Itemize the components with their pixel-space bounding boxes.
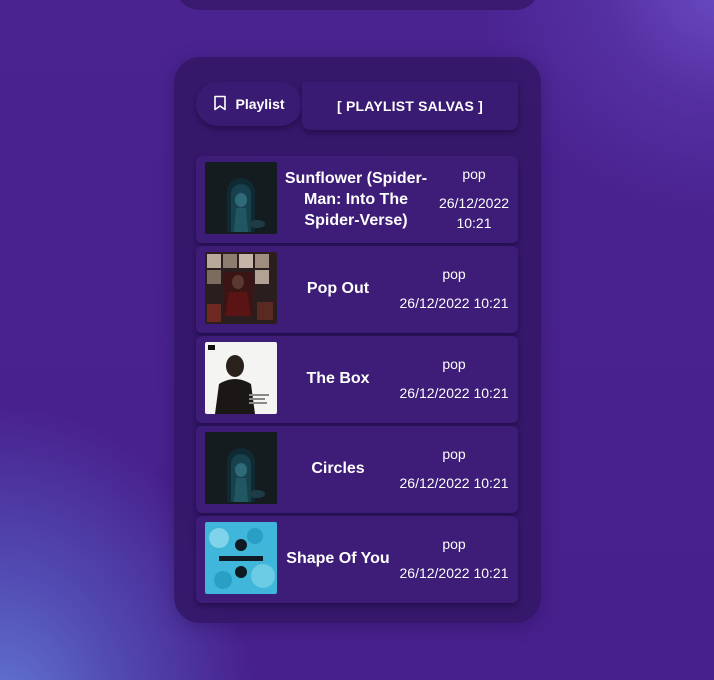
track-genre: pop <box>442 446 466 462</box>
album-cover-icon <box>205 432 277 504</box>
track-date: 26/12/2022 10:21 <box>399 565 509 581</box>
track-date: 26/12/2022 10:21 <box>399 295 509 311</box>
track-title: Pop Out <box>306 280 370 297</box>
track-date: 26/12/2022 10:21 <box>438 195 510 231</box>
bookmark-icon <box>213 95 227 114</box>
tab-saved-playlists[interactable]: [ PLAYLIST SALVAS ] <box>302 82 518 130</box>
track-row[interactable]: Circles pop 26/12/2022 10:21 <box>196 426 518 513</box>
previous-card <box>175 0 540 10</box>
track-row[interactable]: Sunflower (Spider-Man: Into The Spider-V… <box>196 156 518 243</box>
tab-playlist-label: Playlist <box>235 96 285 112</box>
track-title: Circles <box>311 460 365 477</box>
album-cover-icon <box>205 252 277 324</box>
album-cover-icon <box>205 162 277 234</box>
track-row[interactable]: The Box pop 26/12/2022 10:21 <box>196 336 518 423</box>
track-title: Sunflower (Spider-Man: Into The Spider-V… <box>284 170 428 229</box>
tab-playlist[interactable]: Playlist <box>196 82 302 126</box>
track-genre: pop <box>442 536 466 552</box>
track-row[interactable]: Shape Of You pop 26/12/2022 10:21 <box>196 516 518 603</box>
track-row[interactable]: Pop Out pop 26/12/2022 10:21 <box>196 246 518 333</box>
track-date: 26/12/2022 10:21 <box>399 475 509 491</box>
track-genre: pop <box>462 166 486 182</box>
album-cover-icon <box>205 342 277 414</box>
track-genre: pop <box>442 266 466 282</box>
album-cover-icon <box>205 522 277 594</box>
tab-saved-label: [ PLAYLIST SALVAS ] <box>337 98 483 114</box>
track-genre: pop <box>442 356 466 372</box>
track-title: Shape Of You <box>286 550 390 567</box>
track-date: 26/12/2022 10:21 <box>399 385 509 401</box>
track-title: The Box <box>306 370 370 387</box>
